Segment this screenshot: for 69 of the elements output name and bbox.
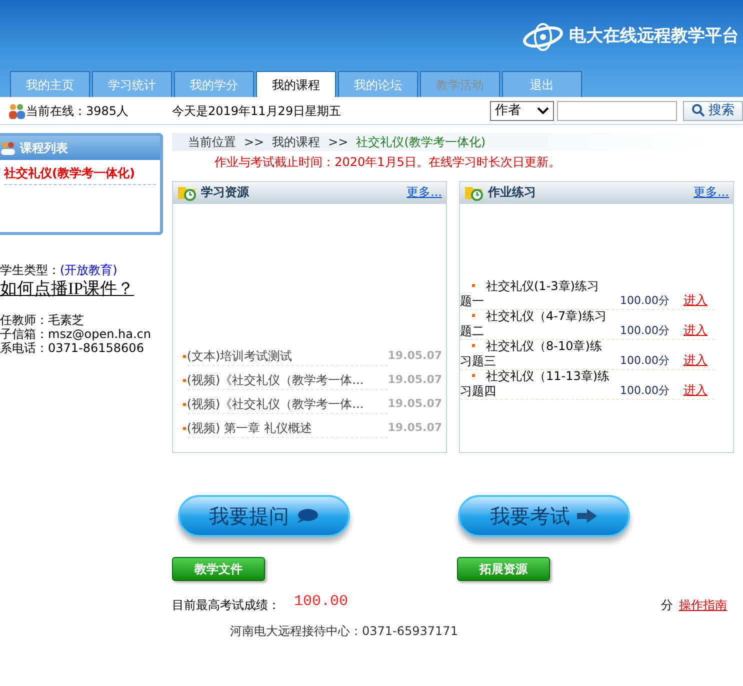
- deadline-notice: 作业与考试截止时间：2020年1月5日。在线学习时长次日更新。: [214, 154, 562, 171]
- nav-tab[interactable]: 我的课程: [256, 71, 336, 97]
- link-button[interactable]: 教学文件: [172, 557, 265, 581]
- bullet-icon: [472, 344, 475, 347]
- search-icon: [692, 104, 704, 117]
- online-count: 当前在线：3985人: [26, 102, 129, 120]
- resource-link[interactable]: (文本)培训考试测试: [186, 346, 388, 366]
- score-unit: 分: [661, 596, 673, 614]
- link-button[interactable]: 拓展资源: [457, 557, 550, 581]
- speech-bubble-icon: [295, 508, 319, 524]
- exercise-score: 100.00分: [620, 382, 670, 398]
- help-link[interactable]: 如何点播IP课件？: [0, 279, 172, 299]
- exercise-title[interactable]: 社交礼仪（4-7章)练习题二: [460, 309, 610, 339]
- student-type-label: 学生类型：: [0, 262, 60, 279]
- panel-title: 学习资源: [201, 184, 249, 201]
- bullet-icon: [183, 378, 186, 382]
- atom-logo-icon: [521, 22, 565, 52]
- bullet-icon: [472, 314, 475, 317]
- breadcrumb-item[interactable]: 我的课程: [272, 133, 320, 151]
- guide-link[interactable]: 操作指南: [679, 596, 727, 614]
- enter-link[interactable]: 进入: [684, 321, 708, 339]
- action-button[interactable]: 我要提问: [178, 495, 350, 537]
- more-link[interactable]: 更多...: [694, 183, 729, 201]
- exercise-score: 100.00分: [620, 322, 670, 338]
- contact-info: 系电话：0371-86158606: [0, 341, 145, 355]
- date-text: 今天是2019年11月29日星期五: [172, 102, 342, 120]
- enter-link[interactable]: 进入: [684, 351, 708, 369]
- contact-info: 子信箱：msz@open.ha.cn: [0, 327, 152, 341]
- action-button[interactable]: 我要考试: [458, 495, 630, 537]
- resource-date: 19.05.07: [388, 348, 442, 364]
- panel-title: 课程列表: [20, 140, 68, 157]
- course-link[interactable]: 社交礼仪(教学考一体化): [4, 164, 156, 185]
- student-type-value: (开放教育): [60, 262, 118, 279]
- arrow-icon: [576, 508, 598, 524]
- bullet-icon: [183, 354, 186, 358]
- resource-date: 19.05.07: [388, 396, 442, 412]
- resource-link[interactable]: (视频)《社交礼仪（教学考一体...: [186, 370, 388, 390]
- search-scope-dropdown[interactable]: 作者: [490, 100, 554, 120]
- resource-link[interactable]: (视频)《社交礼仪（教学考一体...: [186, 394, 388, 414]
- search-button[interactable]: 搜索: [683, 100, 743, 120]
- more-link[interactable]: 更多...: [406, 183, 442, 201]
- bullet-icon: [183, 402, 186, 406]
- score-label: 目前最高考试成绩：: [172, 596, 280, 614]
- bullet-icon: [472, 374, 475, 377]
- resource-link[interactable]: (视频) 第一章 礼仪概述: [186, 418, 388, 438]
- exercise-score: 100.00分: [620, 352, 670, 368]
- caret-icon: [537, 106, 549, 114]
- people-icon: [8, 102, 26, 120]
- breadcrumb-item: 当前位置: [188, 134, 236, 151]
- enter-link[interactable]: 进入: [684, 381, 708, 399]
- contact-footer: 河南电大远程接待中心：0371-65937171: [172, 622, 743, 640]
- bullet-icon: [183, 426, 186, 430]
- site-title: 电大在线远程教学平台: [569, 25, 740, 48]
- breadcrumb-separator: >>: [244, 134, 264, 151]
- resource-date: 19.05.07: [388, 420, 442, 436]
- people-icon: [0, 140, 16, 156]
- score-value: 100.00: [294, 592, 348, 612]
- exercise-score: 100.00分: [620, 292, 670, 308]
- contact-info: 任教师：毛素芝: [0, 313, 85, 327]
- exercise-title[interactable]: 社交礼仪（11-13章)练习题四: [460, 369, 610, 399]
- enter-link[interactable]: 进入: [684, 291, 708, 309]
- exercise-title[interactable]: 社交礼仪（8-10章)练习题三: [460, 339, 610, 369]
- breadcrumb-separator: >>: [328, 134, 348, 151]
- search-field[interactable]: [557, 100, 677, 120]
- breadcrumb-item[interactable]: 社交礼仪(教学考一体化): [356, 133, 486, 151]
- resource-date: 19.05.07: [388, 372, 442, 388]
- panel-title: 作业练习: [488, 184, 536, 201]
- bullet-icon: [472, 284, 475, 287]
- exercise-title[interactable]: 社交礼仪(1-3章)练习题一: [460, 279, 610, 309]
